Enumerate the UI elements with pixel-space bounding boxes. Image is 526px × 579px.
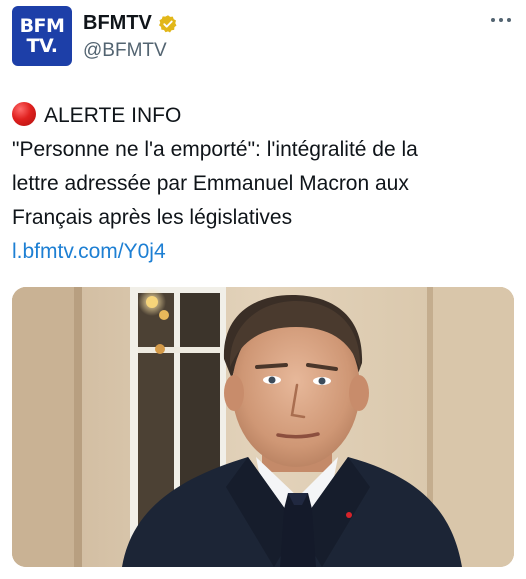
name-row: BFMTV	[83, 12, 178, 35]
tweet-text: ALERTE INFO "Personne ne l'a emporté": l…	[12, 99, 517, 269]
alert-line: ALERTE INFO	[12, 99, 517, 133]
display-name[interactable]: BFMTV	[83, 12, 152, 35]
tweet-link[interactable]: l.bfmtv.com/Y0j4	[12, 235, 517, 269]
tweet-photo[interactable]	[12, 287, 514, 567]
photo-portrait	[12, 287, 514, 567]
tweet-line-3: Français après les législatives	[12, 206, 293, 229]
tweet-header: BFM TV. BFMTV @BFMTV	[0, 0, 526, 80]
red-circle-icon	[12, 102, 36, 126]
avatar[interactable]: BFM TV.	[12, 6, 72, 66]
tweet-line-2: lettre adressée par Emmanuel Macron aux	[12, 172, 409, 195]
alert-label: ALERTE INFO	[44, 104, 182, 127]
verified-badge-icon	[158, 14, 177, 32]
handle[interactable]: @BFMTV	[83, 40, 167, 62]
tweet-line-1: "Personne ne l'a emporté": l'intégralité…	[12, 138, 418, 161]
avatar-line2: TV.	[26, 34, 58, 57]
more-horizontal-icon[interactable]	[490, 16, 512, 24]
avatar-line1: BFM	[19, 14, 65, 37]
